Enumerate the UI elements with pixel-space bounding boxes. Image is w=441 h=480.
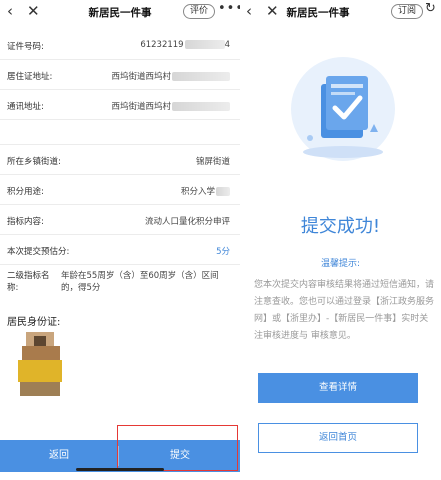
indicator-label: 二级指标名称:: [7, 271, 50, 293]
refresh-icon[interactable]: ↻: [425, 1, 436, 16]
row-label: 居住证地址:: [7, 72, 53, 82]
row-points-usage: 积分用途: 积分入学: [0, 175, 240, 205]
screen: ‹ ✕ 新居民一件事 评价 ••• 证件号码: 612321194 居住证地址:…: [0, 0, 441, 480]
success-title: 提交成功!: [300, 216, 381, 237]
left-nav-bar: ‹ ✕ 新居民一件事 评价 •••: [0, 0, 240, 26]
row-value: 西坞街道西坞村: [111, 100, 230, 112]
tip-text: 您本次提交内容审核结果将通过短信通知，请注意查收。您也可以通过登录【浙江政务服务…: [254, 280, 435, 341]
right-nav-bar: ‹ ✕ 新居民一件事 订阅 ↻: [240, 0, 441, 26]
subscribe-button[interactable]: 订阅: [391, 4, 424, 19]
success-illustration-icon: [291, 57, 395, 161]
row-id-number: 证件号码: 61232119 4: [0, 30, 240, 60]
row-label: 证件号码:: [7, 42, 44, 52]
view-details-button[interactable]: 查看详情: [258, 373, 418, 403]
submit-highlight-box: [117, 425, 238, 471]
form-rows: 证件号码: 61232119 4 居住证地址: 西坞街道西坞村 通讯地址: 西坞街…: [0, 30, 240, 265]
success-pane: ‹ ✕ 新居民一件事 订阅 ↻ 提交成功! 温馨提示: 您本次提交内容审核结果将…: [240, 0, 441, 480]
tip-title: 温馨提示:: [320, 259, 361, 269]
form-pane: ‹ ✕ 新居民一件事 评价 ••• 证件号码: 612321194 居住证地址:…: [0, 0, 240, 480]
row-value: 积分入学: [181, 185, 230, 197]
page-title: 新居民一件事: [286, 7, 350, 19]
masked-value: [184, 40, 225, 49]
row-label: 本次提交预估分:: [7, 247, 70, 257]
row-value: 5分: [216, 247, 230, 257]
row-label: 指标内容:: [7, 217, 44, 227]
more-icon[interactable]: •••: [218, 1, 240, 16]
row-label: 积分用途:: [7, 187, 44, 197]
masked-value: [172, 72, 230, 81]
masked-value: [216, 187, 230, 196]
id-card-photo[interactable]: [16, 332, 68, 396]
row-value: 流动人口量化积分申评: [144, 217, 230, 227]
row-street: 所在乡镇街道: 锦屏街道: [0, 145, 240, 175]
id-card-title: 居民身份证:: [7, 317, 61, 328]
rate-button[interactable]: 评价: [183, 4, 216, 19]
return-home-button[interactable]: 返回首页: [258, 423, 418, 453]
row-value: 61232119 4: [140, 40, 230, 50]
row-value: 锦屏街道: [195, 157, 230, 167]
row-estimated-score: 本次提交预估分: 5分: [0, 235, 240, 265]
row-label: 通讯地址:: [7, 102, 44, 112]
row-value: 西坞街道西坞村: [111, 70, 230, 82]
indicator-value: 年龄在55周岁（含）至60周岁（含）区间的，得5分: [61, 271, 219, 293]
section-gap: [0, 120, 240, 145]
home-indicator: [76, 468, 164, 471]
row-indicator-content: 指标内容: 流动人口量化积分申评: [0, 205, 240, 235]
masked-value: [172, 102, 230, 111]
row-residence-address: 居住证地址: 西坞街道西坞村: [0, 60, 240, 90]
row-label: 所在乡镇街道:: [7, 157, 61, 167]
row-mailing-address: 通讯地址: 西坞街道西坞村: [0, 90, 240, 120]
